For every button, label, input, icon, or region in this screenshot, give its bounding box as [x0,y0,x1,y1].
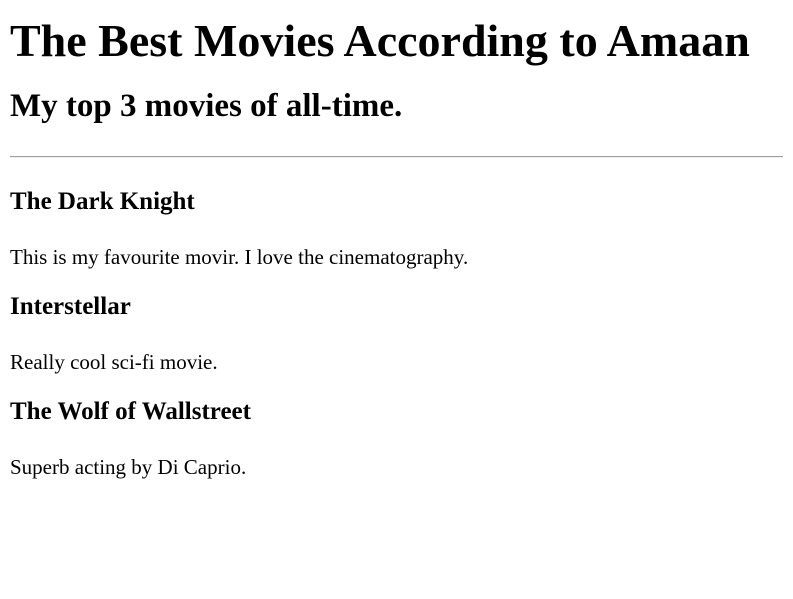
movie-entry-interstellar: Interstellar Really cool sci-fi movie. [10,292,783,375]
movie-entry-wolf-of-wallstreet: The Wolf of Wallstreet Superb acting by … [10,397,783,480]
page-subtitle: My top 3 movies of all-time. [10,88,403,124]
movie-description: Superb acting by Di Caprio. [10,455,247,479]
page-title: The Best Movies According to Amaan [10,15,750,66]
movie-title: The Dark Knight [10,188,195,215]
divider [10,156,783,158]
movie-entry-dark-knight: The Dark Knight This is my favourite mov… [10,187,783,270]
movie-title: The Wolf of Wallstreet [10,398,251,425]
page: The Best Movies According to Amaan My to… [0,14,793,480]
movie-description: This is my favourite movir. I love the c… [10,245,469,269]
movie-title: Interstellar [10,293,131,320]
movie-description: Really cool sci-fi movie. [10,350,218,374]
